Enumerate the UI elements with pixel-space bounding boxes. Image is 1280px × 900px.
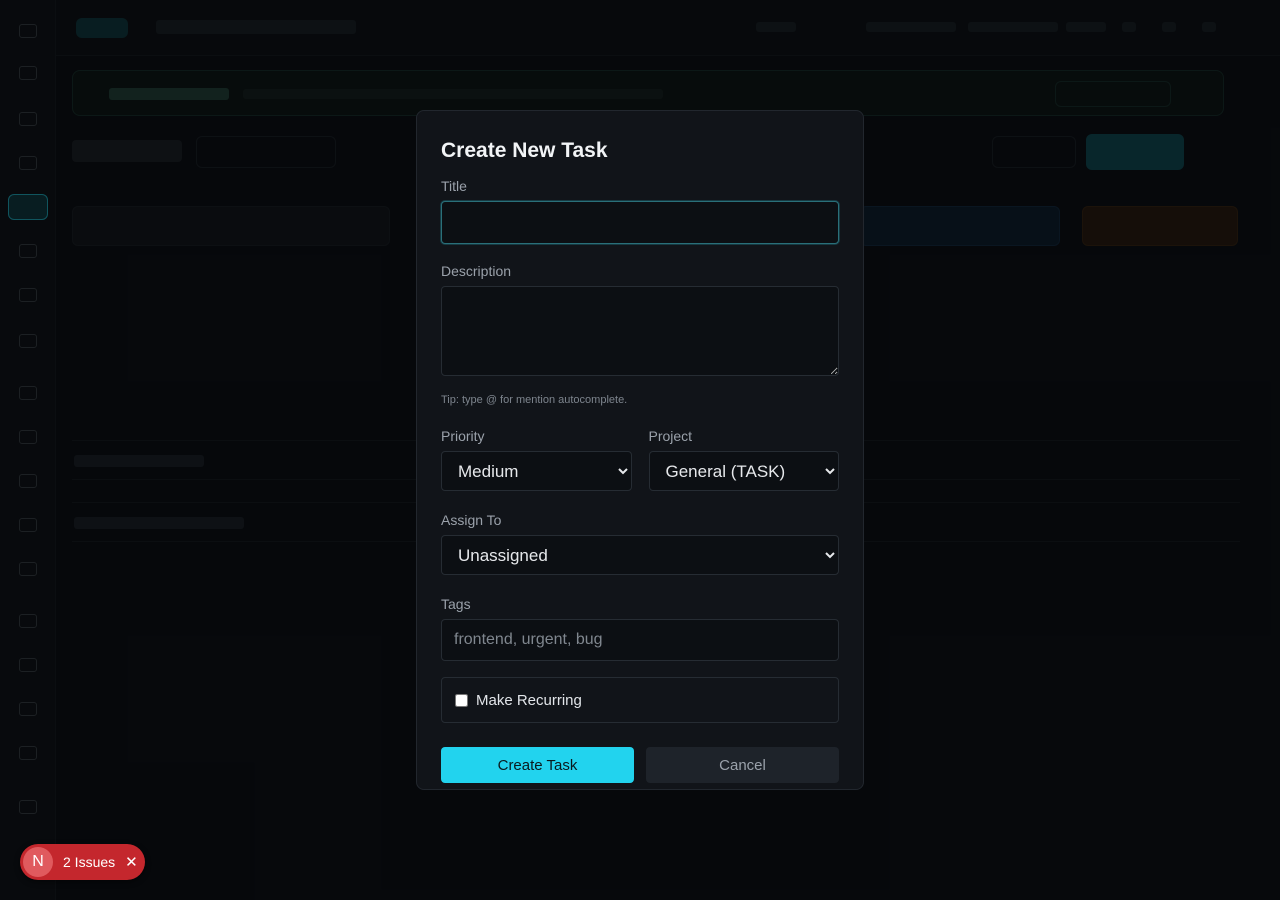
description-label: Description [441, 263, 512, 279]
description-input[interactable] [441, 286, 839, 376]
tags-input[interactable] [441, 619, 839, 661]
assign-select[interactable]: Unassigned [441, 535, 839, 575]
priority-select[interactable]: Medium [441, 451, 632, 491]
cancel-button[interactable]: Cancel [646, 747, 839, 783]
modal-title: Create New Task [441, 139, 608, 162]
recurring-option[interactable]: Make Recurring [441, 677, 839, 723]
project-label: Project [648, 428, 693, 444]
title-input[interactable] [441, 201, 839, 244]
assign-label: Assign To [441, 512, 502, 528]
create-task-modal: Create New Task Title Description Tip: t… [416, 110, 864, 790]
issues-badge[interactable]: N 2 Issues ✕ [20, 844, 145, 880]
tags-label: Tags [441, 596, 471, 612]
close-icon[interactable]: ✕ [125, 855, 138, 870]
title-label: Title [441, 178, 467, 194]
create-task-button[interactable]: Create Task [441, 747, 634, 783]
recurring-checkbox[interactable] [455, 693, 468, 707]
nextjs-logo-icon: N [23, 847, 53, 877]
mention-tip: Tip: type @ for mention autocomplete. [441, 394, 628, 406]
issues-count[interactable]: 2 Issues [63, 854, 115, 870]
project-select[interactable]: General (TASK) [648, 451, 839, 491]
priority-label: Priority [441, 428, 485, 444]
recurring-label: Make Recurring [476, 691, 582, 709]
